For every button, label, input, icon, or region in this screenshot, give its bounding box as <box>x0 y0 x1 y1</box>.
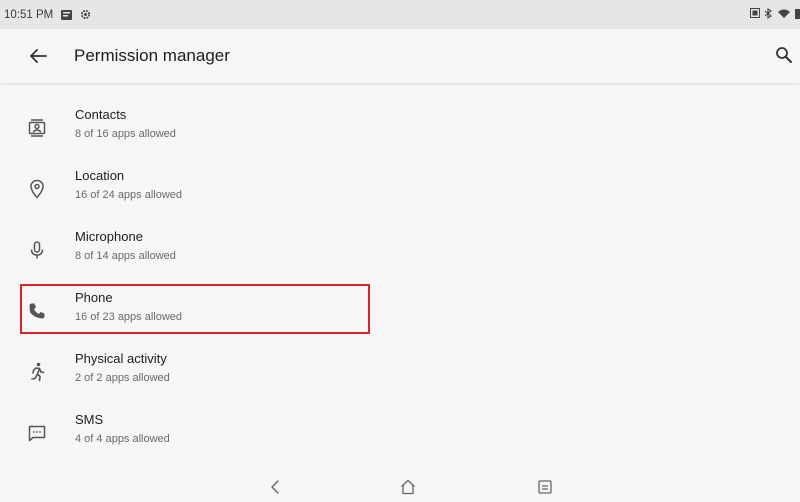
arrow-back-icon[interactable] <box>26 44 50 68</box>
wifi-icon <box>777 8 791 22</box>
permission-count: 8 of 16 apps allowed <box>75 128 176 140</box>
permission-label: Contacts <box>75 107 127 122</box>
phone-icon <box>26 300 48 322</box>
screenshot-icon <box>750 8 760 21</box>
microphone-icon <box>26 239 48 261</box>
permission-count: 16 of 24 apps allowed <box>75 189 183 201</box>
permission-item-location[interactable]: Location 16 of 24 apps allowed <box>0 158 800 218</box>
permission-count: 2 of 2 apps allowed <box>75 372 170 384</box>
permission-label: Physical activity <box>75 351 167 366</box>
status-bar: 10:51 PM <box>0 0 800 29</box>
permission-item-phone[interactable]: Phone 16 of 23 apps allowed <box>0 280 800 340</box>
permission-item-microphone[interactable]: Microphone 8 of 14 apps allowed <box>0 219 800 279</box>
home-nav-icon[interactable] <box>398 477 418 497</box>
battery-icon <box>795 8 800 22</box>
search-icon[interactable] <box>774 45 794 65</box>
settings-icon <box>80 9 91 20</box>
recents-nav-icon[interactable] <box>535 477 555 497</box>
physical-activity-icon <box>26 361 48 383</box>
location-icon <box>26 178 48 200</box>
bluetooth-icon <box>764 7 773 22</box>
permission-label: SMS <box>75 412 104 427</box>
app-bar: Permission manager <box>0 29 800 83</box>
back-nav-icon[interactable] <box>266 477 286 497</box>
navigation-bar <box>0 472 800 502</box>
permission-count: 16 of 23 apps allowed <box>75 311 183 323</box>
status-icons <box>750 0 800 29</box>
contacts-icon <box>26 117 48 139</box>
permission-label: Microphone <box>75 229 143 244</box>
permission-item-sms[interactable]: SMS 4 of 4 apps allowed <box>0 402 800 462</box>
permission-count: 8 of 14 apps allowed <box>75 250 176 262</box>
sms-icon <box>26 422 48 444</box>
page-title: Permission manager <box>74 46 230 65</box>
permission-item-contacts[interactable]: Contacts 8 of 16 apps allowed <box>0 97 800 157</box>
permission-label: Location <box>75 168 125 183</box>
permission-label: Phone <box>75 290 113 305</box>
permission-item-physical-activity[interactable]: Physical activity 2 of 2 apps allowed <box>0 341 800 401</box>
notification-icon <box>61 9 73 20</box>
permission-count: 4 of 4 apps allowed <box>75 433 170 445</box>
status-time: 10:51 PM <box>4 8 54 21</box>
